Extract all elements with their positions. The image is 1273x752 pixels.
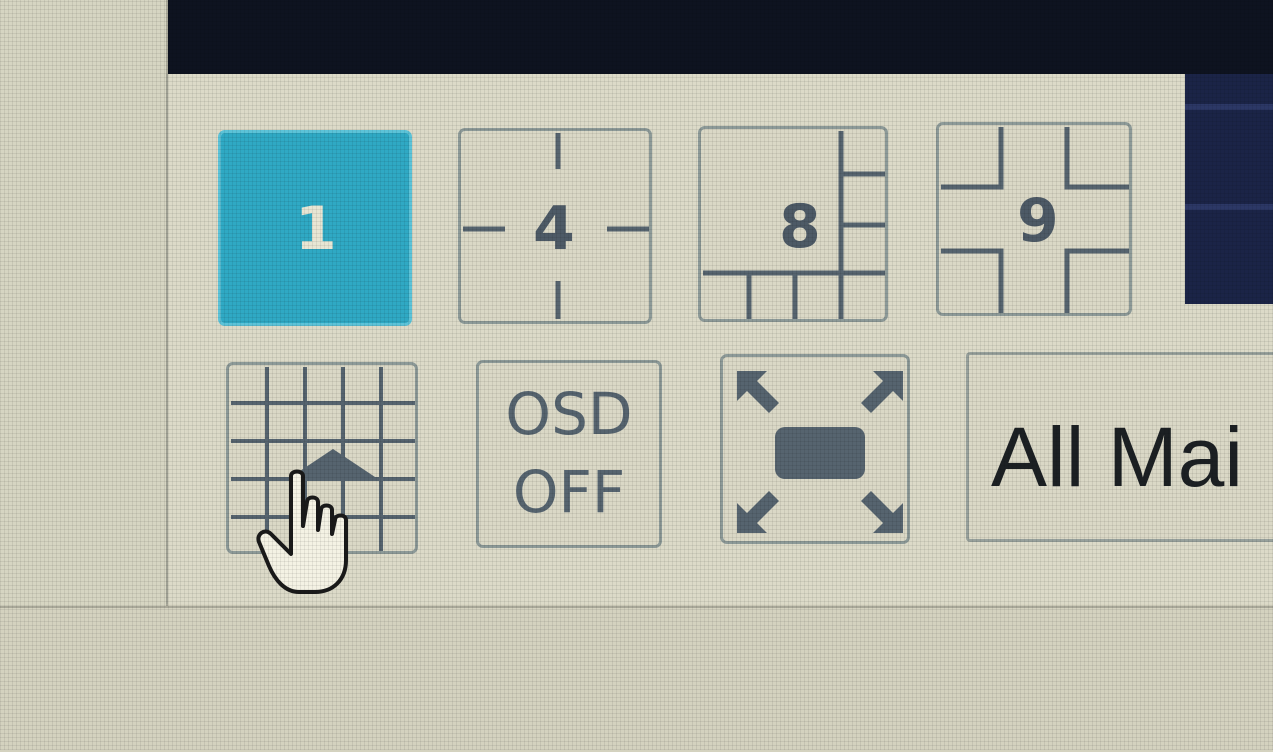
osd-label-line1: OSD [505,380,633,448]
left-panel [0,0,168,606]
bottom-panel [0,606,1273,752]
hand-cursor-icon [256,469,348,594]
fullscreen-expand-icon [737,371,903,533]
single-view-icon: 1 [295,194,337,264]
video-area-right [1183,74,1273,304]
osd-off-button[interactable]: OSD OFF [476,360,662,548]
fullscreen-button[interactable] [720,354,910,544]
layout-4-button[interactable]: 4 [458,128,652,324]
layout-9-button[interactable]: 9 [936,122,1132,316]
stream-select[interactable]: All Mai [966,352,1273,542]
video-area-top [168,0,1273,74]
stream-select-label: All Mai [991,410,1244,504]
osd-label-line2: OFF [512,458,626,526]
layout-1-button[interactable]: 1 [218,130,412,326]
layout-8-button[interactable]: 8 [698,126,888,322]
